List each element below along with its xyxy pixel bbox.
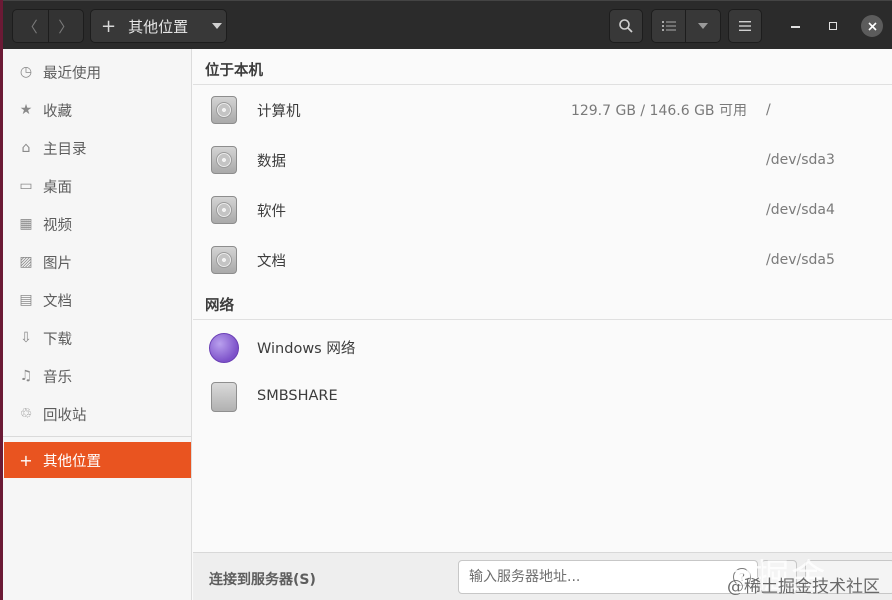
navigation-buttons: 〈 〉 xyxy=(12,9,84,43)
header-bar: 〈 〉 + 其他位置 xyxy=(3,0,892,49)
server-icon xyxy=(211,382,239,412)
plus-icon: + xyxy=(101,15,117,37)
sidebar-item-trash[interactable]: ♲ 回收站 xyxy=(3,395,191,433)
location-name: 文档 xyxy=(257,253,286,270)
network-row-smbshare[interactable]: SMBSHARE xyxy=(193,371,892,421)
location-button[interactable]: + 其他位置 xyxy=(90,9,227,43)
device-path: /dev/sda3 xyxy=(766,152,835,168)
location-row-computer[interactable]: 计算机 129.7 GB / 146.6 GB 可用 / xyxy=(193,85,892,135)
sidebar-item-desktop[interactable]: ▭ 桌面 xyxy=(3,167,191,205)
sidebar-item-label: 图片 xyxy=(43,255,72,272)
file-manager-window: 〈 〉 + 其他位置 ◷ 最近使用 ★ 收藏 ⌂ 主目录 ▭ 桌面 ▦ 视频 ▨… xyxy=(0,0,892,600)
hamburger-icon xyxy=(739,21,751,31)
hard-drive-icon xyxy=(211,96,239,124)
chevron-right-icon: 〉 xyxy=(58,17,74,36)
sidebar-item-music[interactable]: ♫ 音乐 xyxy=(3,357,191,395)
other-locations-view: 位于本机 计算机 129.7 GB / 146.6 GB 可用 / 数据 /de… xyxy=(193,49,892,552)
minimize-button[interactable] xyxy=(784,15,806,37)
desktop-icon: ▭ xyxy=(19,178,33,194)
sidebar-item-pictures[interactable]: ▨ 图片 xyxy=(3,243,191,281)
sidebar-item-label: 音乐 xyxy=(43,369,72,386)
chevron-left-icon: 〈 xyxy=(22,17,38,36)
star-icon: ★ xyxy=(19,102,33,118)
sidebar-item-label: 回收站 xyxy=(43,407,87,424)
location-name: SMBSHARE xyxy=(257,388,338,404)
section-title-this-computer: 位于本机 xyxy=(205,63,263,79)
maximize-icon xyxy=(829,22,837,30)
clock-icon: ◷ xyxy=(19,64,33,80)
location-name: 软件 xyxy=(257,203,286,220)
sidebar-item-label: 文档 xyxy=(43,293,72,310)
sidebar-item-label: 视频 xyxy=(43,217,72,234)
device-path: /dev/sda4 xyxy=(766,202,835,218)
trash-icon: ♲ xyxy=(19,406,33,422)
sidebar-item-label: 收藏 xyxy=(43,103,72,120)
back-button[interactable]: 〈 xyxy=(13,10,49,42)
document-icon: ▤ xyxy=(19,292,33,308)
sidebar-item-videos[interactable]: ▦ 视频 xyxy=(3,205,191,243)
list-view-button[interactable] xyxy=(652,10,686,42)
picture-icon: ▨ xyxy=(19,254,33,270)
chevron-down-icon xyxy=(698,23,708,29)
sidebar-item-other-locations[interactable]: + 其他位置 xyxy=(4,442,191,478)
menu-button[interactable] xyxy=(728,9,762,43)
disk-usage: 129.7 GB / 146.6 GB 可用 xyxy=(570,103,747,119)
minimize-icon xyxy=(790,26,800,28)
network-row-windows[interactable]: Windows 网络 xyxy=(193,322,892,372)
location-label: 其他位置 xyxy=(128,17,189,36)
view-mode-group xyxy=(651,9,721,43)
device-path: / xyxy=(766,102,771,118)
location-row-documents[interactable]: 文档 /dev/sda5 xyxy=(193,235,892,285)
location-name: Windows 网络 xyxy=(257,340,356,357)
forward-button[interactable]: 〉 xyxy=(49,10,84,42)
hard-drive-icon xyxy=(211,196,239,224)
device-path: /dev/sda5 xyxy=(766,252,835,268)
music-icon: ♫ xyxy=(19,368,33,384)
location-row-software[interactable]: 软件 /dev/sda4 xyxy=(193,185,892,235)
sidebar-item-recent[interactable]: ◷ 最近使用 xyxy=(3,53,191,91)
hard-drive-icon xyxy=(211,146,239,174)
search-button[interactable] xyxy=(609,9,643,43)
section-divider xyxy=(193,319,892,320)
sidebar-item-downloads[interactable]: ⇩ 下载 xyxy=(3,319,191,357)
download-icon: ⇩ xyxy=(20,330,32,346)
sidebar-item-starred[interactable]: ★ 收藏 xyxy=(3,91,191,129)
sidebar-item-label: 其他位置 xyxy=(43,453,101,470)
sidebar-divider xyxy=(3,436,191,437)
hard-drive-icon xyxy=(211,246,239,274)
connect-to-server-label: 连接到服务器(S) xyxy=(209,572,316,588)
location-name: 计算机 xyxy=(257,103,301,120)
view-options-button[interactable] xyxy=(686,10,720,42)
video-icon: ▦ xyxy=(19,216,33,232)
section-title-network: 网络 xyxy=(205,298,234,314)
sidebar-item-label: 下载 xyxy=(43,331,72,348)
location-name: 数据 xyxy=(257,153,286,170)
search-icon xyxy=(619,19,633,33)
places-sidebar: ◷ 最近使用 ★ 收藏 ⌂ 主目录 ▭ 桌面 ▦ 视频 ▨ 图片 ▤ 文档 ⇩ 下载 ♫ 音乐 ♲… xyxy=(3,49,192,600)
sidebar-item-label: 主目录 xyxy=(43,141,87,158)
close-button[interactable] xyxy=(861,15,883,37)
maximize-button[interactable] xyxy=(822,15,844,37)
sidebar-item-label: 桌面 xyxy=(43,179,72,196)
sidebar-item-home[interactable]: ⌂ 主目录 xyxy=(3,129,191,167)
location-row-data[interactable]: 数据 /dev/sda3 xyxy=(193,135,892,185)
sidebar-item-documents[interactable]: ▤ 文档 xyxy=(3,281,191,319)
plus-icon: + xyxy=(19,450,33,470)
close-icon xyxy=(867,21,877,31)
sidebar-item-label: 最近使用 xyxy=(43,65,101,82)
chevron-down-icon xyxy=(212,23,223,29)
watermark-caption: @稀土掘金技术社区 xyxy=(727,577,880,597)
home-icon: ⌂ xyxy=(21,140,31,156)
list-icon xyxy=(661,21,676,31)
network-globe-icon xyxy=(209,333,239,363)
